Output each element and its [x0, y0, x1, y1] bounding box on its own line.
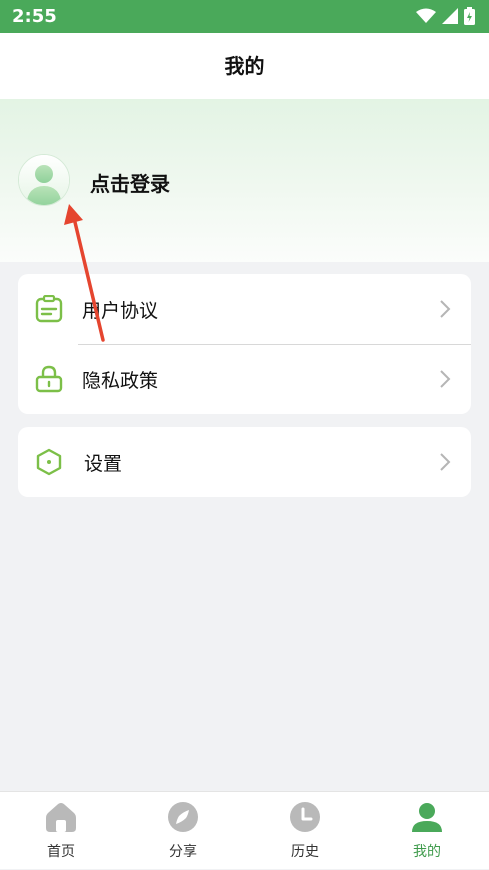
chevron-right-icon: [440, 370, 451, 388]
avatar[interactable]: [18, 154, 70, 206]
nav-item-mine[interactable]: 我的: [366, 792, 488, 870]
clipboard-icon: [35, 295, 63, 323]
nav-item-history[interactable]: 历史: [244, 792, 366, 870]
menu-item-privacy-policy[interactable]: 隐私政策: [18, 344, 471, 414]
menu-card-settings: 设置: [18, 427, 471, 497]
menu-item-label: 设置: [84, 453, 123, 475]
status-time: 2:55: [12, 6, 57, 27]
user-icon: [412, 803, 442, 832]
battery-icon: [464, 7, 475, 25]
app-header: 我的: [0, 33, 489, 99]
compass-icon: [168, 802, 198, 832]
nav-item-share[interactable]: 分享: [122, 792, 244, 870]
page-title: 我的: [224, 54, 265, 78]
chevron-right-icon: [440, 453, 451, 471]
nav-label: 我的: [413, 844, 441, 860]
menu-item-user-agreement[interactable]: 用户协议: [18, 274, 471, 344]
wifi-icon: [416, 8, 436, 23]
avatar-icon: [19, 155, 69, 205]
clock-icon: [290, 802, 320, 832]
nav-label: 分享: [169, 844, 197, 860]
home-icon: [46, 803, 76, 832]
menu-card-agreements: 用户协议 隐私政策: [18, 274, 471, 414]
nav-label: 历史: [291, 844, 319, 860]
status-icons: [416, 7, 475, 25]
signal-icon: [442, 8, 458, 24]
bottom-nav: 首页 分享 历史 我的: [0, 791, 489, 869]
menu-item-settings[interactable]: 设置: [18, 427, 471, 497]
nav-label: 首页: [47, 844, 75, 860]
chevron-right-icon: [440, 300, 451, 318]
menu-item-label: 隐私政策: [82, 370, 159, 392]
nav-item-home[interactable]: 首页: [0, 792, 122, 870]
hexagon-settings-icon: [36, 448, 62, 476]
profile-section: 点击登录: [0, 99, 489, 262]
login-button[interactable]: 点击登录: [90, 168, 170, 197]
menu-item-label: 用户协议: [82, 300, 159, 322]
lock-icon: [35, 365, 63, 393]
status-bar: 2:55: [0, 0, 489, 33]
